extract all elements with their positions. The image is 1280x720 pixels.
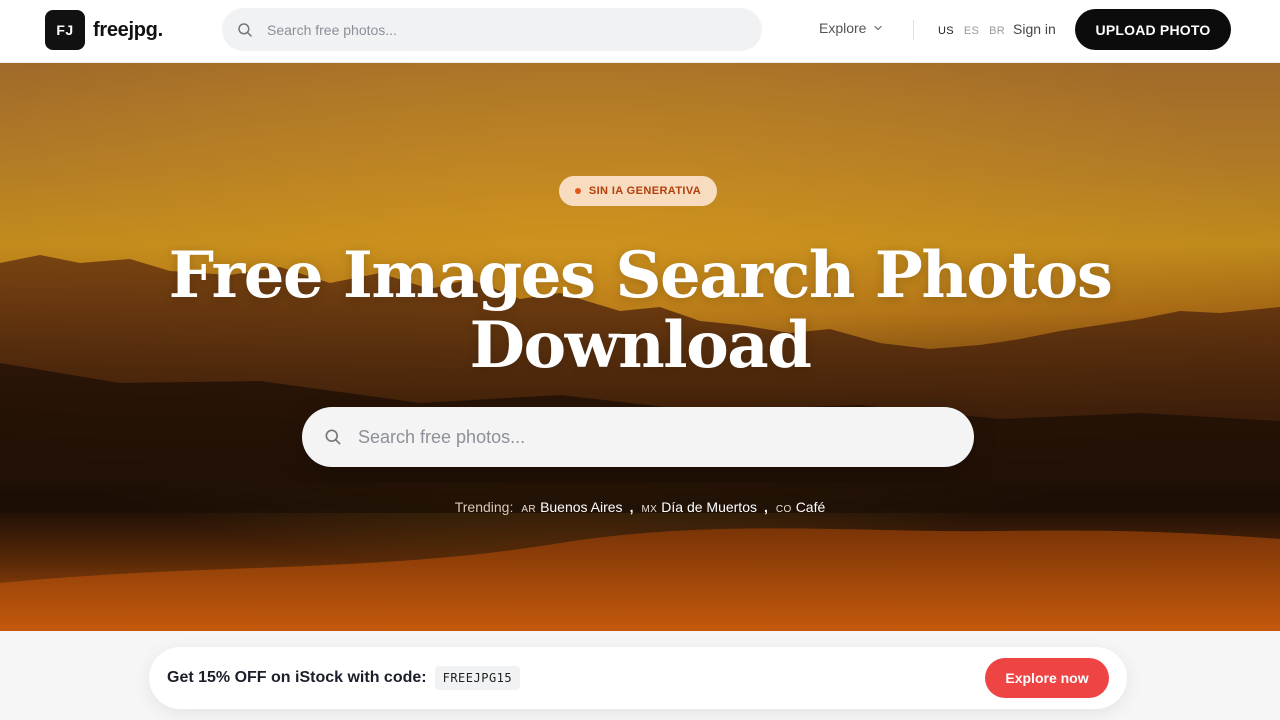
header-search-input[interactable] bbox=[267, 21, 727, 38]
explore-menu[interactable]: Explore bbox=[819, 20, 884, 36]
trending-label: Trending: bbox=[454, 499, 514, 515]
dot-icon bbox=[574, 188, 581, 194]
hero-title-line-1: Free Images Search Photos bbox=[168, 238, 1113, 313]
logo-link[interactable]: FJ freejpg. bbox=[45, 10, 163, 50]
logo-mark: FJ bbox=[45, 10, 85, 50]
hero-search-bar[interactable] bbox=[302, 407, 974, 467]
hero-search-input[interactable] bbox=[358, 426, 948, 448]
badge-label: SIN IA GENERATIVA bbox=[588, 185, 702, 197]
trending-separator: , bbox=[629, 499, 634, 515]
sign-in-link[interactable]: Sign in bbox=[1013, 21, 1056, 37]
trending-item-label: Día de Muertos bbox=[661, 499, 757, 515]
search-icon bbox=[238, 22, 252, 37]
trending-item-buenos-aires[interactable]: AR Buenos Aires bbox=[521, 499, 622, 515]
trending-item-label: Café bbox=[795, 499, 826, 515]
lang-es[interactable]: ES bbox=[964, 25, 979, 37]
hero-title-line-2: Download bbox=[469, 308, 812, 383]
site-header: FJ freejpg. Explore US ES BR Sign in UPL… bbox=[0, 0, 1280, 63]
explore-label: Explore bbox=[819, 20, 867, 36]
trending-separator: , bbox=[763, 499, 768, 515]
lang-us[interactable]: US bbox=[938, 25, 954, 37]
logo-wordmark: freejpg. bbox=[93, 18, 163, 41]
search-icon bbox=[325, 429, 341, 445]
istock-promo-bar: Get 15% OFF on iStock with code: FREEJPG… bbox=[149, 647, 1127, 709]
hero-section: SIN IA GENERATIVA Free Images Search Pho… bbox=[0, 63, 1280, 631]
language-switcher: US ES BR bbox=[938, 25, 1015, 37]
promo-code: FREEJPG15 bbox=[434, 666, 521, 690]
country-code: MX bbox=[641, 504, 658, 515]
country-code: AR bbox=[521, 504, 537, 515]
lang-br[interactable]: BR bbox=[989, 25, 1005, 37]
trending-item-dia-de-muertos[interactable]: MX Día de Muertos bbox=[641, 499, 757, 515]
header-divider bbox=[913, 20, 914, 40]
explore-now-button[interactable]: Explore now bbox=[985, 658, 1109, 698]
country-code: CO bbox=[775, 504, 792, 515]
no-generative-ai-badge: SIN IA GENERATIVA bbox=[559, 176, 717, 206]
trending-item-label: Buenos Aires bbox=[540, 499, 623, 515]
header-search-bar[interactable] bbox=[222, 8, 762, 51]
upload-photo-button[interactable]: UPLOAD PHOTO bbox=[1075, 9, 1231, 50]
chevron-down-icon bbox=[874, 25, 883, 31]
trending-item-cafe[interactable]: CO Café bbox=[776, 499, 825, 515]
trending-searches: Trending: AR Buenos Aires , MX Día de Muer… bbox=[0, 499, 1280, 515]
promo-text: Get 15% OFF on iStock with code: bbox=[167, 669, 427, 686]
hero-title: Free Images Search Photos Download bbox=[0, 241, 1280, 381]
